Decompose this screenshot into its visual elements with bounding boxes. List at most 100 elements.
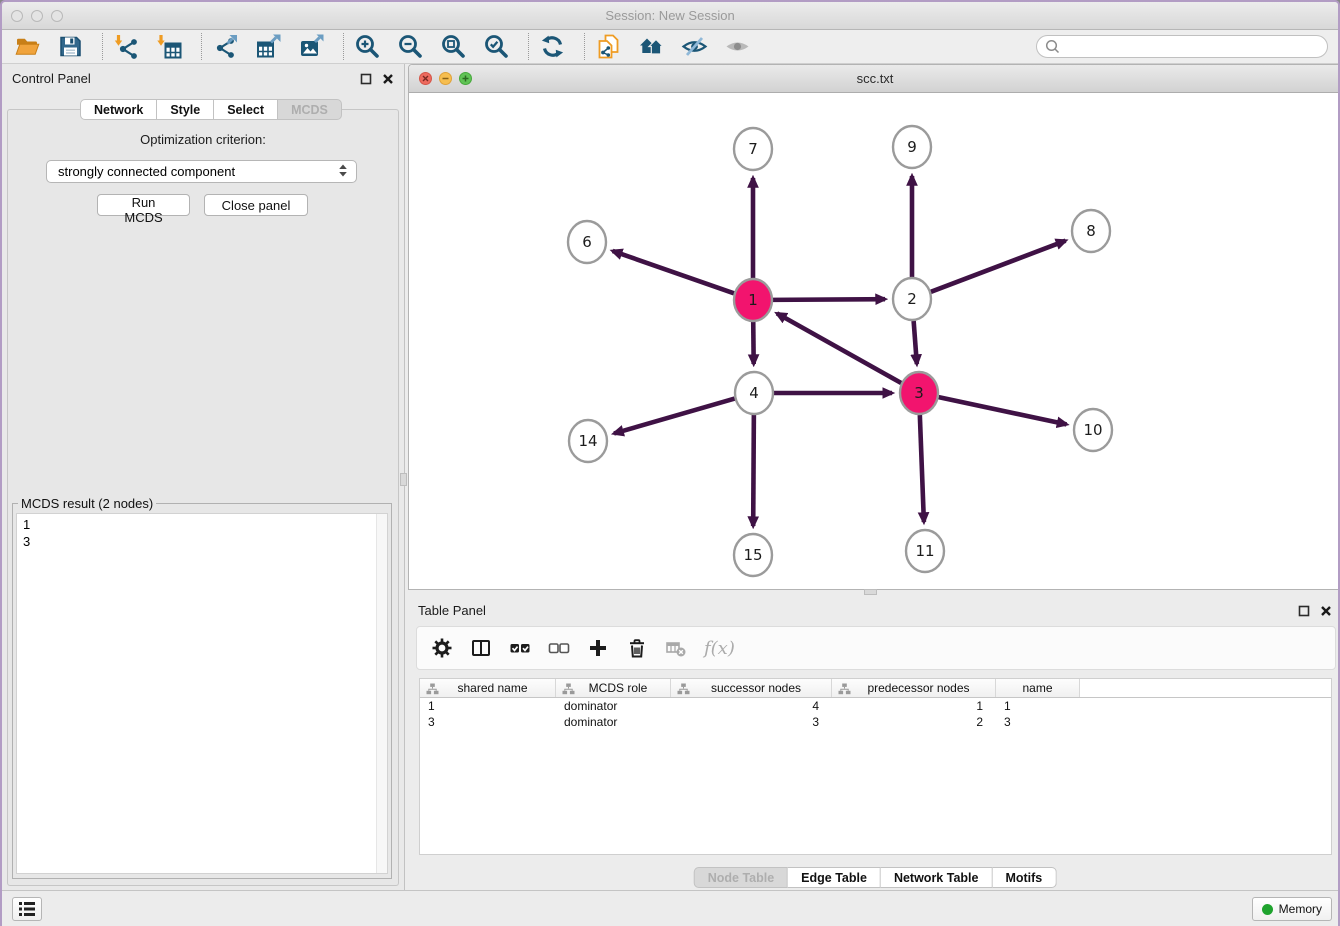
- run-mcds-button[interactable]: Run MCDS: [97, 194, 190, 216]
- unselect-all-columns-icon[interactable]: [548, 637, 570, 659]
- application-window: Session: New Session: [0, 0, 1340, 926]
- first-neighbors-icon[interactable]: [638, 33, 665, 60]
- graph-edge-3-10[interactable]: [939, 397, 1067, 424]
- table-cell[interactable]: 1: [420, 698, 556, 714]
- column-header-label: name: [1022, 681, 1052, 695]
- table-body: 1dominator4113dominator323: [420, 698, 1331, 730]
- table-cell[interactable]: 3: [420, 714, 556, 730]
- table-cell[interactable]: 4: [671, 698, 832, 714]
- float-table-panel-icon[interactable]: [1298, 604, 1310, 622]
- open-session-icon[interactable]: [14, 33, 41, 60]
- network-zoom-button[interactable]: [459, 72, 472, 85]
- network-close-button[interactable]: [419, 72, 432, 85]
- column-header-predecessor-nodes[interactable]: predecessor nodes: [832, 679, 996, 697]
- tab-style[interactable]: Style: [157, 99, 214, 120]
- graph-edge-3-1[interactable]: [777, 313, 901, 383]
- toolbar-separator: [584, 33, 585, 60]
- control-panel-title: Control Panel: [12, 71, 91, 86]
- table-cell[interactable]: dominator: [556, 714, 671, 730]
- mcds-result-list[interactable]: 13: [16, 513, 388, 874]
- node-table: shared name MCDS role successor nodes prede…: [419, 678, 1332, 855]
- column-header-mcds-role[interactable]: MCDS role: [556, 679, 671, 697]
- delete-column-icon[interactable]: [626, 637, 648, 659]
- float-panel-icon[interactable]: [360, 72, 372, 90]
- table-toolbar: f(x): [416, 626, 1336, 670]
- table-settings-icon[interactable]: [431, 637, 453, 659]
- table-cell[interactable]: 3: [671, 714, 832, 730]
- mcds-result-group: MCDS result (2 nodes) 13: [12, 496, 392, 879]
- close-table-panel-icon[interactable]: [1320, 604, 1332, 622]
- graph-edge-1-2[interactable]: [773, 299, 885, 300]
- column-header-successor-nodes[interactable]: successor nodes: [671, 679, 832, 697]
- graph-node-label: 9: [907, 138, 917, 156]
- zoom-selected-icon[interactable]: [483, 33, 510, 60]
- refresh-icon[interactable]: [539, 33, 566, 60]
- graph-edge-4-15[interactable]: [753, 415, 754, 526]
- search-box[interactable]: [1036, 35, 1328, 58]
- result-scrollbar[interactable]: [376, 514, 387, 873]
- task-history-button[interactable]: [12, 897, 42, 921]
- tab-mcds[interactable]: MCDS: [278, 99, 342, 120]
- graph-node-label: 10: [1083, 421, 1102, 439]
- splitter-grip[interactable]: [400, 473, 407, 486]
- tab-select[interactable]: Select: [214, 99, 278, 120]
- network-minimize-button[interactable]: [439, 72, 452, 85]
- splitter-grip-horizontal[interactable]: [864, 589, 877, 595]
- mcds-result-title: MCDS result (2 nodes): [18, 496, 156, 511]
- export-network-icon[interactable]: [212, 33, 239, 60]
- tab-node-table[interactable]: Node Table: [694, 867, 788, 888]
- graph-node-label: 6: [582, 233, 592, 251]
- graph-edge-2-8[interactable]: [931, 241, 1066, 292]
- tab-motifs[interactable]: Motifs: [992, 867, 1056, 888]
- table-cell[interactable]: 2: [832, 714, 996, 730]
- graph-edge-1-6[interactable]: [613, 251, 734, 293]
- hide-selected-icon[interactable]: [681, 33, 708, 60]
- zoom-out-icon[interactable]: [397, 33, 424, 60]
- zoom-in-icon[interactable]: [354, 33, 381, 60]
- table-cell[interactable]: 1: [996, 698, 1080, 714]
- column-header-name[interactable]: name: [996, 679, 1080, 697]
- criterion-select[interactable]: strongly connected component: [46, 160, 357, 183]
- column-header-label: MCDS role: [579, 681, 648, 695]
- toolbar-separator: [343, 33, 344, 60]
- fit-content-icon[interactable]: [440, 33, 467, 60]
- memory-label: Memory: [1279, 902, 1322, 916]
- graph-edge-2-3[interactable]: [914, 321, 917, 364]
- table-panel: Table Panel: [408, 596, 1340, 892]
- tab-edge-table[interactable]: Edge Table: [788, 867, 881, 888]
- close-panel-icon[interactable]: [382, 72, 394, 90]
- tab-network-table[interactable]: Network Table: [881, 867, 993, 888]
- column-header-label: predecessor nodes: [857, 681, 969, 695]
- show-columns-icon[interactable]: [470, 637, 492, 659]
- graph-node-label: 1: [748, 291, 758, 309]
- optimization-criterion-label: Optimization criterion:: [2, 132, 404, 147]
- network-canvas[interactable]: 1234678910111415: [409, 93, 1340, 589]
- search-input[interactable]: [1061, 38, 1327, 56]
- window-title: Session: New Session: [2, 8, 1338, 23]
- export-image-icon[interactable]: [298, 33, 325, 60]
- table-cell[interactable]: 3: [996, 714, 1080, 730]
- show-all-icon[interactable]: [724, 33, 751, 60]
- export-table-icon[interactable]: [255, 33, 282, 60]
- memory-button[interactable]: Memory: [1252, 897, 1332, 921]
- window-titlebar: Session: New Session: [2, 2, 1338, 30]
- new-network-from-selection-icon[interactable]: [595, 33, 622, 60]
- toolbar-separator: [528, 33, 529, 60]
- close-panel-button[interactable]: Close panel: [204, 194, 308, 216]
- save-session-icon[interactable]: [57, 33, 84, 60]
- mcds-result-item: 1: [23, 516, 371, 533]
- graph-node-label: 3: [914, 384, 924, 402]
- graph-edge-4-14[interactable]: [614, 399, 735, 434]
- graph-edge-3-11[interactable]: [920, 415, 924, 522]
- graph-node-label: 7: [748, 140, 758, 158]
- table-cell[interactable]: dominator: [556, 698, 671, 714]
- add-column-icon[interactable]: [587, 637, 609, 659]
- table-cell[interactable]: 1: [832, 698, 996, 714]
- column-header-shared-name[interactable]: shared name: [420, 679, 556, 697]
- import-network-icon[interactable]: [113, 33, 140, 60]
- table-panel-tabs: Node TableEdge TableNetwork TableMotifs: [694, 867, 1057, 888]
- select-all-columns-icon[interactable]: [509, 637, 531, 659]
- tab-network[interactable]: Network: [80, 99, 157, 120]
- import-table-icon[interactable]: [156, 33, 183, 60]
- table-panel-header: Table Panel: [408, 596, 1340, 624]
